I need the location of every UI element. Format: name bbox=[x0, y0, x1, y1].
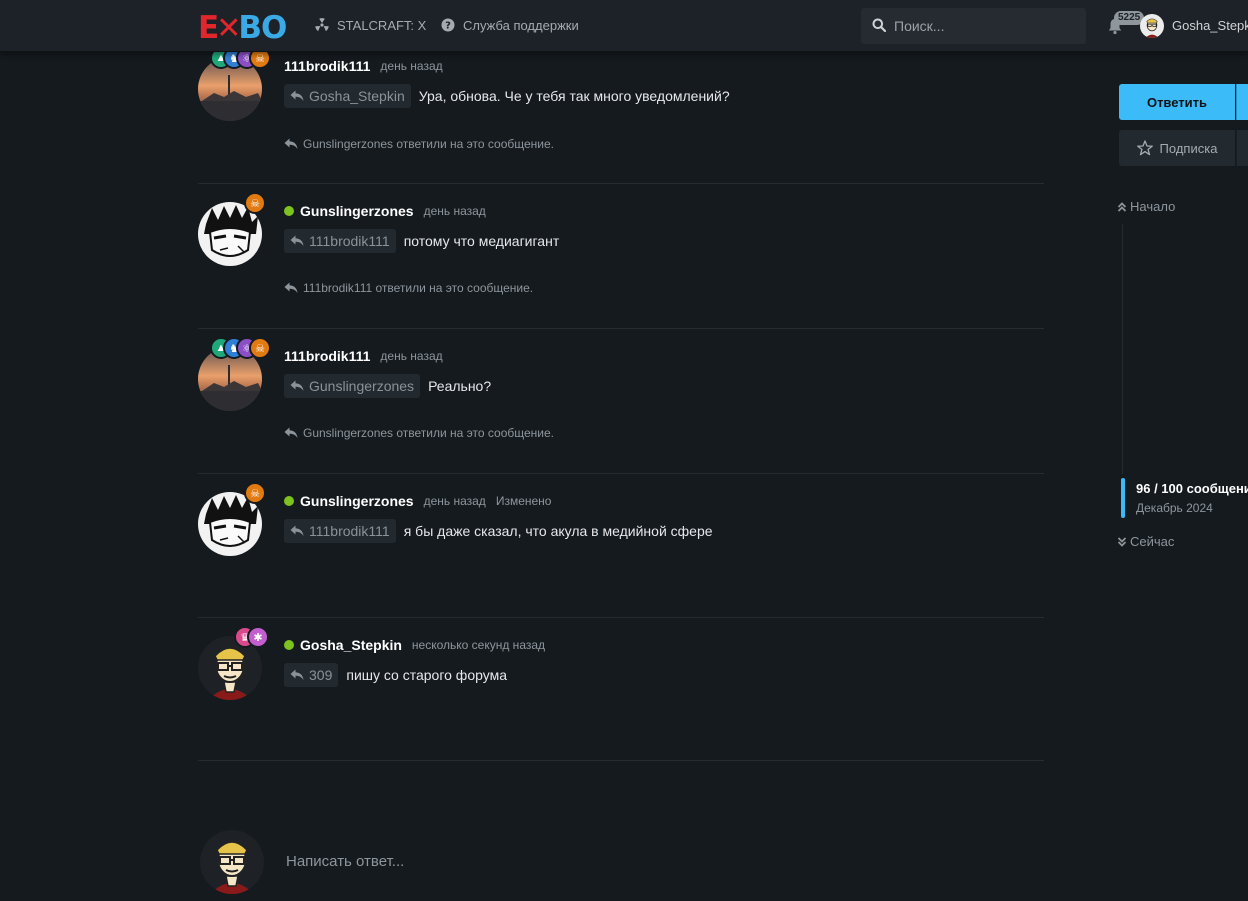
subscribe-button[interactable]: Подписка bbox=[1119, 130, 1235, 166]
online-indicator bbox=[284, 496, 294, 506]
user-badges: ☠ bbox=[244, 482, 266, 504]
post-author[interactable]: 111brodik111 bbox=[284, 348, 370, 364]
post-divider bbox=[198, 760, 1044, 761]
user-badges: ♛ ✱ bbox=[234, 626, 269, 648]
skull-badge-icon: ☠ bbox=[249, 337, 271, 359]
reply-mention-label: 309 bbox=[309, 667, 333, 683]
replied-by-link[interactable]: Gunslingerzones ответили на это сообщени… bbox=[284, 137, 554, 151]
scrubber-date: Декабрь 2024 bbox=[1136, 501, 1213, 515]
reply-mention[interactable]: Gunslingerzones bbox=[284, 374, 421, 398]
replied-by-text: Gunslingerzones ответили на это сообщени… bbox=[303, 137, 555, 151]
star-icon bbox=[1136, 140, 1153, 156]
post-time[interactable]: несколько секунд назад bbox=[412, 638, 545, 652]
user-badges: ▲ ♞ ⚛ ☠ bbox=[210, 337, 271, 359]
post-time[interactable]: день назад bbox=[380, 59, 442, 73]
reply-mention[interactable]: Gosha_Stepkin bbox=[284, 84, 411, 108]
skull-badge-icon: ☠ bbox=[244, 482, 266, 504]
skull-badge-icon: ☠ bbox=[244, 192, 266, 214]
nav-link-label: STALCRAFT: X bbox=[337, 17, 427, 33]
reply-mention-label: Gosha_Stepkin bbox=[309, 88, 405, 104]
nav-link-stalcraft[interactable]: STALCRAFT: X bbox=[314, 17, 426, 33]
reply-arrow-icon bbox=[290, 235, 304, 246]
composer-avatar bbox=[200, 830, 264, 894]
scrubber-now-link[interactable]: Сейчас bbox=[1117, 534, 1174, 549]
reply-arrow-icon bbox=[290, 90, 304, 101]
header-username[interactable]: Gosha_Stepkin bbox=[1172, 18, 1248, 33]
scrubber-start-link[interactable]: Начало bbox=[1117, 199, 1175, 214]
online-indicator bbox=[284, 640, 294, 650]
reply-mention[interactable]: 309 bbox=[284, 663, 339, 687]
reply-mention-label: Gunslingerzones bbox=[309, 378, 415, 394]
scrubber-post-count: 96 / 100 сообщений bbox=[1136, 481, 1248, 496]
write-reply-placeholder[interactable]: Написать ответ... bbox=[286, 853, 404, 870]
scrubber-start-label: Начало bbox=[1130, 199, 1176, 214]
post-author[interactable]: Gunslingerzones bbox=[300, 203, 414, 219]
online-indicator bbox=[284, 206, 294, 216]
svg-text:?: ? bbox=[445, 21, 451, 32]
double-chevron-down-icon bbox=[1117, 536, 1127, 547]
reply-button[interactable]: Ответить bbox=[1119, 84, 1235, 120]
post-time[interactable]: день назад bbox=[424, 204, 486, 218]
post-text: пишу со старого форума bbox=[346, 667, 507, 683]
reply-arrow-icon bbox=[290, 380, 304, 391]
post-time[interactable]: день назад bbox=[380, 349, 442, 363]
user-avatar[interactable] bbox=[1140, 14, 1164, 38]
search-icon bbox=[872, 18, 887, 35]
replied-by-link[interactable]: 111brodik111 ответили на это сообщение. bbox=[284, 281, 533, 295]
scrubber-now-label: Сейчас bbox=[1130, 534, 1175, 549]
exbo-logo[interactable]: E ✕ BO bbox=[198, 10, 287, 46]
post-text: потому что медиагигант bbox=[403, 233, 560, 249]
edited-label[interactable]: Изменено bbox=[496, 494, 552, 508]
reply-arrow-icon bbox=[290, 525, 304, 536]
reply-dropdown-toggle[interactable] bbox=[1236, 84, 1248, 120]
post-divider bbox=[198, 183, 1044, 184]
nav-link-support[interactable]: ? Служба поддержки bbox=[440, 17, 579, 33]
post-author[interactable]: Gunslingerzones bbox=[300, 493, 414, 509]
reply-mention-label: 111brodik111 bbox=[309, 233, 390, 249]
search-input[interactable] bbox=[894, 18, 1074, 34]
post-text: я бы даже сказал, что акула в медийной с… bbox=[403, 523, 713, 539]
double-chevron-up-icon bbox=[1117, 201, 1127, 212]
user-badges: ☠ bbox=[244, 192, 266, 214]
search-box[interactable] bbox=[861, 8, 1086, 44]
nav-link-label: Служба поддержки bbox=[463, 17, 579, 33]
reply-arrow-icon bbox=[284, 427, 298, 438]
post-author[interactable]: Gosha_Stepkin bbox=[300, 637, 402, 653]
reply-arrow-icon bbox=[290, 669, 304, 680]
post-divider bbox=[198, 617, 1044, 618]
reply-arrow-icon bbox=[284, 282, 298, 293]
reply-mention[interactable]: 111brodik111 bbox=[284, 229, 396, 253]
reply-mention-label: 111brodik111 bbox=[309, 523, 390, 539]
post-text: Реально? bbox=[428, 378, 492, 394]
radiation-icon bbox=[314, 17, 330, 33]
scrubber-track[interactable] bbox=[1122, 224, 1123, 474]
replied-by-text: Gunslingerzones ответили на это сообщени… bbox=[303, 426, 555, 440]
top-header: E✕BO STALCRAFT: X ? Служба поддержки 522… bbox=[0, 0, 1248, 52]
reply-mention[interactable]: 111brodik111 bbox=[284, 519, 396, 543]
post-divider bbox=[198, 328, 1044, 329]
post-text: Ура, обнова. Че у тебя так много уведомл… bbox=[418, 88, 730, 104]
replied-by-link[interactable]: Gunslingerzones ответили на это сообщени… bbox=[284, 426, 554, 440]
post-divider bbox=[198, 473, 1044, 474]
subscribe-dropdown-toggle[interactable] bbox=[1236, 130, 1248, 166]
help-circle-icon: ? bbox=[440, 17, 456, 33]
replied-by-text: 111brodik111 ответили на это сообщение. bbox=[303, 281, 534, 295]
reply-arrow-icon bbox=[284, 138, 298, 149]
subscribe-label: Подписка bbox=[1159, 140, 1218, 156]
bug-badge-icon: ✱ bbox=[247, 626, 269, 648]
scrubber-handle[interactable] bbox=[1121, 478, 1125, 518]
post-time[interactable]: день назад bbox=[424, 494, 486, 508]
post-author[interactable]: 111brodik111 bbox=[284, 58, 370, 74]
